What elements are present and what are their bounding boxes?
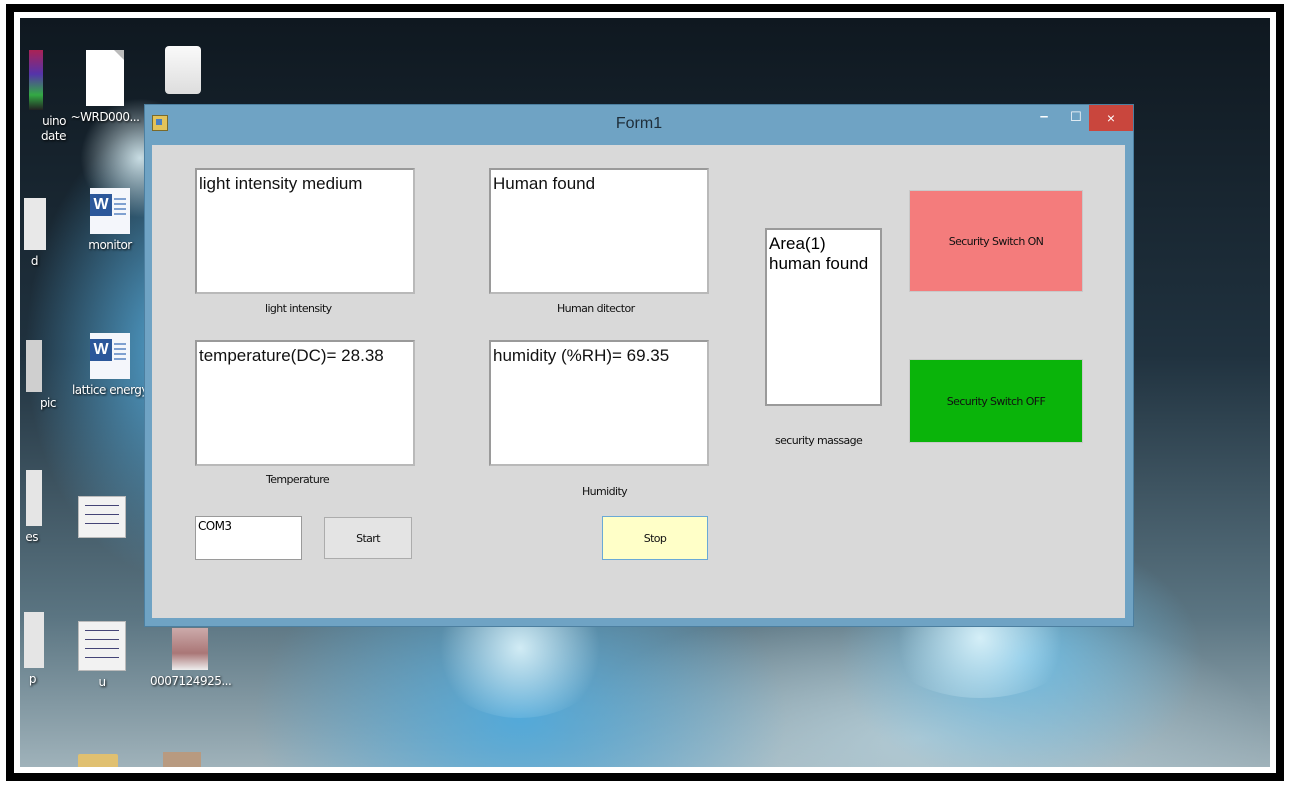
word-document-icon: W [90,333,130,379]
desktop-icon-circuit[interactable] [62,496,142,538]
desktop-icon-label: 0007124925... [150,674,232,688]
photo-icon [172,628,208,670]
desktop-icon-label: es [25,530,38,544]
minimize-button[interactable]: – [1027,105,1061,131]
desktop-icon-lattice-energy[interactable]: W lattice energy [70,333,150,397]
close-button[interactable]: × [1089,105,1133,131]
desktop-icon-u[interactable]: u [62,621,142,689]
image-file-icon [163,752,201,767]
light-intensity-label: light intensity [265,302,332,315]
partial-icon [24,612,44,668]
desktop-icon-wrd[interactable]: ~WRD000... [65,50,145,124]
desktop-icon-photo[interactable]: 0007124925... [150,628,232,688]
desktop-icon-folder[interactable] [58,754,138,767]
security-message-label: security massage [775,434,863,447]
window-titlebar[interactable]: Form1 – ☐ × [145,105,1133,145]
close-icon: × [1106,110,1116,126]
list-item[interactable]: human found [769,254,880,274]
partial-icon [24,198,46,250]
desktop-icon-label: d [30,254,39,268]
desktop-icon-label: ~WRD000... [70,110,140,124]
human-detector-label: Human ditector [557,302,635,315]
circuit-image-icon [78,621,126,671]
stop-button[interactable]: Stop [602,516,708,560]
desktop-icon-label: pic [39,396,57,410]
partial-icon [26,470,42,526]
security-switch-on-button[interactable]: Security Switch ON [909,190,1083,292]
maximize-button[interactable]: ☐ [1059,105,1093,131]
partial-icon [26,340,42,392]
desktop-icon-partial-es[interactable]: es [20,470,68,544]
temperature-textbox[interactable]: temperature(DC)= 28.38 [195,340,415,466]
light-intensity-textbox[interactable]: light intensity medium [195,168,415,294]
form1-window: Form1 – ☐ × light intensity medium light… [144,104,1134,627]
bulb-image-icon [165,46,201,94]
circuit-image-icon [78,496,126,538]
security-message-listbox[interactable]: Area(1) human found [765,228,882,406]
desktop-icon-label-line: uino date [40,114,67,143]
desktop-icon-label: monitor [88,238,132,252]
start-button[interactable]: Start [324,517,412,559]
humidity-textbox[interactable]: humidity (%RH)= 69.35 [489,340,709,466]
window-title: Form1 [615,115,663,132]
word-document-icon: W [90,188,130,234]
humidity-label: Humidity [582,485,628,498]
list-item[interactable]: Area(1) [769,234,880,254]
desktop-icon-label: lattice energy [71,383,149,397]
human-detector-textbox[interactable]: Human found [489,168,709,294]
desktop: uino date ~WRD000... d W monitor pic W l… [20,18,1270,767]
maximize-icon: ☐ [1070,109,1082,124]
minimize-icon: – [1039,108,1049,125]
form-client-area: light intensity medium light intensity H… [152,145,1125,618]
desktop-icon-image[interactable] [142,752,222,767]
document-icon [86,50,124,106]
desktop-icon-label: u [98,675,106,689]
folder-icon [78,754,118,767]
desktop-icon-monitor[interactable]: W monitor [70,188,150,252]
security-switch-off-button[interactable]: Security Switch OFF [909,359,1083,443]
com-port-input[interactable]: COM3 [195,516,302,560]
temperature-label: Temperature [266,473,330,486]
desktop-icon-bulb[interactable] [143,46,223,94]
desktop-icon-partial-d[interactable]: d [20,198,70,268]
screenshot-area: uino date ~WRD000... d W monitor pic W l… [20,18,1270,767]
app-icon [29,50,43,110]
